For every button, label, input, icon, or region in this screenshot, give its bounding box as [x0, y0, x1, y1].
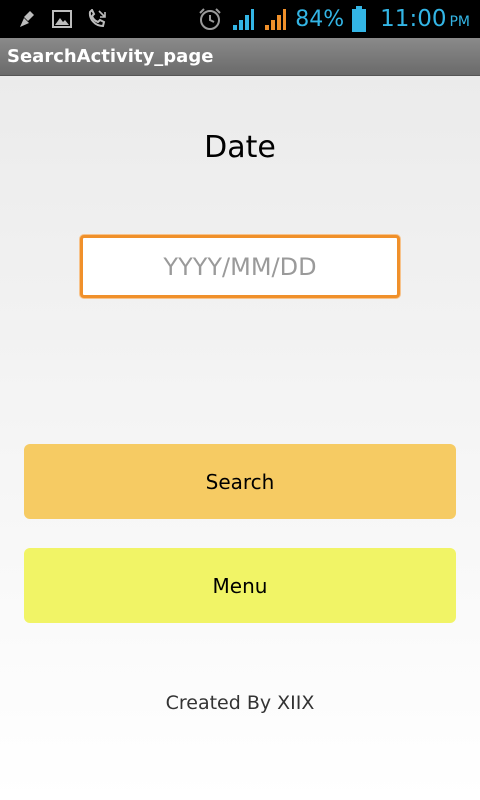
main-content: Date Search Menu Created By XIIX: [0, 76, 480, 800]
menu-button[interactable]: Menu: [24, 548, 456, 623]
clock-time: 11:00: [380, 6, 447, 32]
image-icon: [52, 10, 72, 28]
status-bar: 84% 11:00 PM: [0, 0, 480, 38]
search-button[interactable]: Search: [24, 444, 456, 519]
clock: 11:00 PM: [380, 6, 470, 32]
notification-icons: [0, 9, 108, 29]
battery-icon: [352, 6, 367, 32]
clock-ampm: PM: [449, 14, 470, 30]
signal-icon-2: [263, 7, 287, 31]
title-bar: SearchActivity_page: [0, 38, 480, 76]
alarm-icon: [197, 7, 223, 31]
page-title: SearchActivity_page: [7, 46, 214, 67]
footer-credit: Created By XIIX: [165, 692, 315, 714]
date-label: Date: [204, 130, 276, 165]
system-status: 84% 11:00 PM: [197, 6, 480, 32]
cleanup-icon: [18, 9, 38, 29]
missed-call-icon: [86, 9, 108, 29]
date-input[interactable]: [80, 235, 400, 298]
battery-percent: 84%: [295, 6, 345, 32]
signal-icon: [231, 7, 255, 31]
